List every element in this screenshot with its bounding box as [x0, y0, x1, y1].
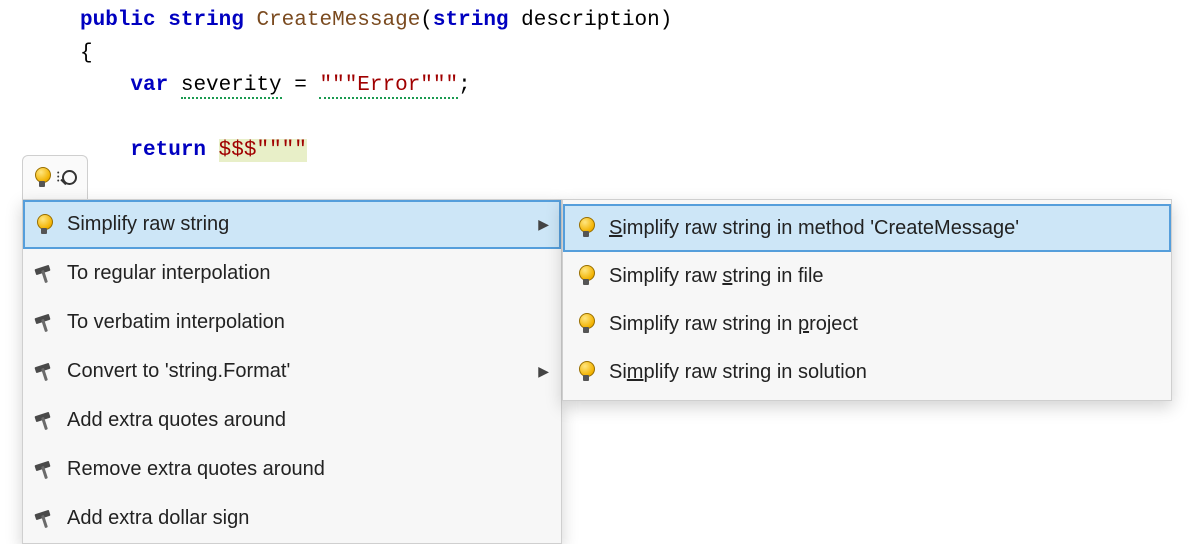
menu-item-1[interactable]: To regular interpolation	[23, 249, 561, 298]
submenu-arrow-icon: ▶	[533, 363, 549, 380]
submenu-item-label: Simplify raw string in method 'CreateMes…	[609, 217, 1157, 240]
menu-item-label: To regular interpolation	[67, 262, 549, 285]
keyword-public: public	[80, 9, 156, 32]
hammer-icon	[35, 411, 67, 431]
code-editor[interactable]: public string CreateMessage(string descr…	[0, 0, 1200, 168]
lightbulb-icon	[33, 167, 51, 189]
menu-item-5[interactable]: Remove extra quotes around	[23, 445, 561, 494]
method-name: CreateMessage	[256, 9, 420, 32]
submenu-arrow-icon: ▶	[533, 216, 549, 233]
hammer-icon	[35, 264, 67, 284]
lightbulb-icon	[577, 217, 609, 239]
submenu-item-label: Simplify raw string in project	[609, 313, 1157, 336]
lightbulb-icon	[577, 361, 609, 383]
string-literal-severity: """Error"""	[319, 74, 458, 99]
semicolon: ;	[458, 74, 471, 97]
keyword-var: var	[130, 74, 168, 97]
submenu-item-0[interactable]: Simplify raw string in method 'CreateMes…	[563, 204, 1171, 252]
submenu-item-1[interactable]: Simplify raw string in file	[563, 252, 1171, 300]
menu-item-label: Simplify raw string	[67, 213, 533, 236]
menu-item-3[interactable]: Convert to 'string.Format'▶	[23, 347, 561, 396]
menu-item-2[interactable]: To verbatim interpolation	[23, 298, 561, 347]
hammer-icon	[35, 313, 67, 333]
hammer-icon	[35, 509, 67, 529]
keyword-string: string	[168, 9, 244, 32]
menu-item-label: Remove extra quotes around	[67, 458, 549, 481]
quick-actions-menu: Simplify raw string▶To regular interpola…	[22, 199, 562, 544]
lightbulb-icon	[577, 313, 609, 335]
assign-op: =	[282, 74, 320, 97]
bulb-icon	[35, 214, 67, 236]
menu-item-label: Add extra dollar sign	[67, 507, 549, 530]
hammer-icon	[35, 362, 67, 382]
magnifier-icon: •••	[57, 168, 77, 188]
menu-item-4[interactable]: Add extra quotes around	[23, 396, 561, 445]
menu-item-label: Add extra quotes around	[67, 409, 549, 432]
keyword-return: return	[130, 139, 206, 162]
return-raw-string: $$$""""	[219, 139, 307, 162]
quick-actions-submenu: Simplify raw string in method 'CreateMes…	[562, 199, 1172, 401]
submenu-item-2[interactable]: Simplify raw string in project	[563, 300, 1171, 348]
lightbulb-icon	[577, 265, 609, 287]
menu-item-6[interactable]: Add extra dollar sign	[23, 494, 561, 543]
variable-name: severity	[181, 74, 282, 99]
menu-item-label: Convert to 'string.Format'	[67, 360, 533, 383]
menu-item-0[interactable]: Simplify raw string▶	[23, 200, 561, 249]
menu-item-label: To verbatim interpolation	[67, 311, 549, 334]
brace-open: {	[80, 42, 93, 65]
quick-actions-anchor[interactable]: •••	[22, 155, 88, 199]
hammer-icon	[35, 460, 67, 480]
param-type: string	[433, 9, 509, 32]
submenu-item-label: Simplify raw string in file	[609, 265, 1157, 288]
submenu-item-label: Simplify raw string in solution	[609, 361, 1157, 384]
param-name: description	[521, 9, 660, 32]
submenu-item-3[interactable]: Simplify raw string in solution	[563, 348, 1171, 396]
